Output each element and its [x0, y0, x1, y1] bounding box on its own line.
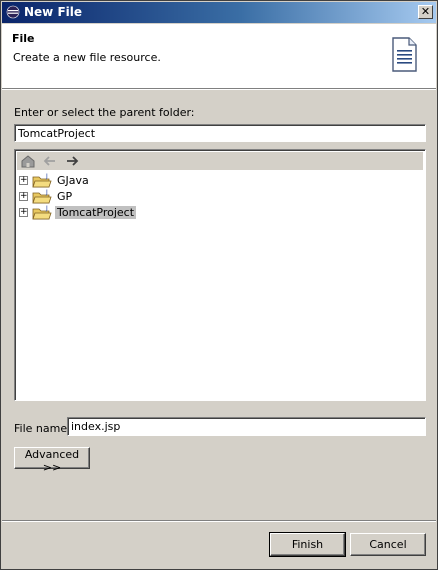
expand-icon[interactable]: + — [19, 176, 28, 185]
file-name-input[interactable] — [67, 417, 426, 436]
document-icon — [392, 37, 417, 72]
svg-text:J: J — [45, 173, 48, 180]
parent-folder-label: Enter or select the parent folder: — [14, 106, 195, 119]
project-folder-icon: J — [32, 205, 52, 220]
home-icon[interactable] — [20, 154, 36, 168]
forward-arrow-icon[interactable] — [64, 154, 80, 168]
folder-tree[interactable]: + J GJava + J GP + J TomcatProject — [14, 149, 426, 401]
svg-text:J: J — [45, 189, 48, 196]
file-name-label: File name: — [14, 422, 71, 435]
close-button[interactable]: ✕ — [418, 5, 433, 19]
tree-item-tomcatproject[interactable]: + J TomcatProject — [19, 205, 319, 221]
wizard-page-title: File — [12, 32, 35, 45]
finish-button[interactable]: Finish — [269, 532, 346, 557]
window-title: New File — [24, 5, 83, 19]
title-bar[interactable]: New File ✕ — [2, 2, 436, 23]
tree-item-label: GP — [57, 190, 73, 203]
wizard-page-description: Create a new file resource. — [13, 51, 161, 64]
new-file-dialog: New File ✕ File Create a new file resour… — [0, 0, 438, 570]
tree-item-label: GJava — [57, 174, 89, 187]
close-icon: ✕ — [420, 5, 431, 18]
button-bar-separator — [2, 520, 436, 522]
tree-toolbar — [17, 152, 423, 170]
advanced-button[interactable]: Advanced >> — [14, 447, 90, 474]
expand-icon[interactable]: + — [19, 208, 28, 217]
banner-separator — [2, 89, 436, 90]
expand-icon[interactable]: + — [19, 192, 28, 201]
svg-text:J: J — [45, 205, 48, 212]
cancel-button[interactable]: Cancel — [350, 533, 426, 556]
tree-item-gp[interactable]: + J GP — [19, 189, 319, 205]
eclipse-app-icon — [6, 5, 20, 19]
back-arrow-icon[interactable] — [42, 154, 58, 168]
project-folder-icon: J — [32, 173, 52, 188]
tree-item-label: TomcatProject — [55, 206, 137, 219]
wizard-banner: File Create a new file resource. — [2, 24, 436, 89]
tree-item-gjava[interactable]: + J GJava — [19, 173, 319, 189]
parent-folder-input[interactable] — [14, 124, 426, 142]
project-folder-icon: J — [32, 189, 52, 204]
